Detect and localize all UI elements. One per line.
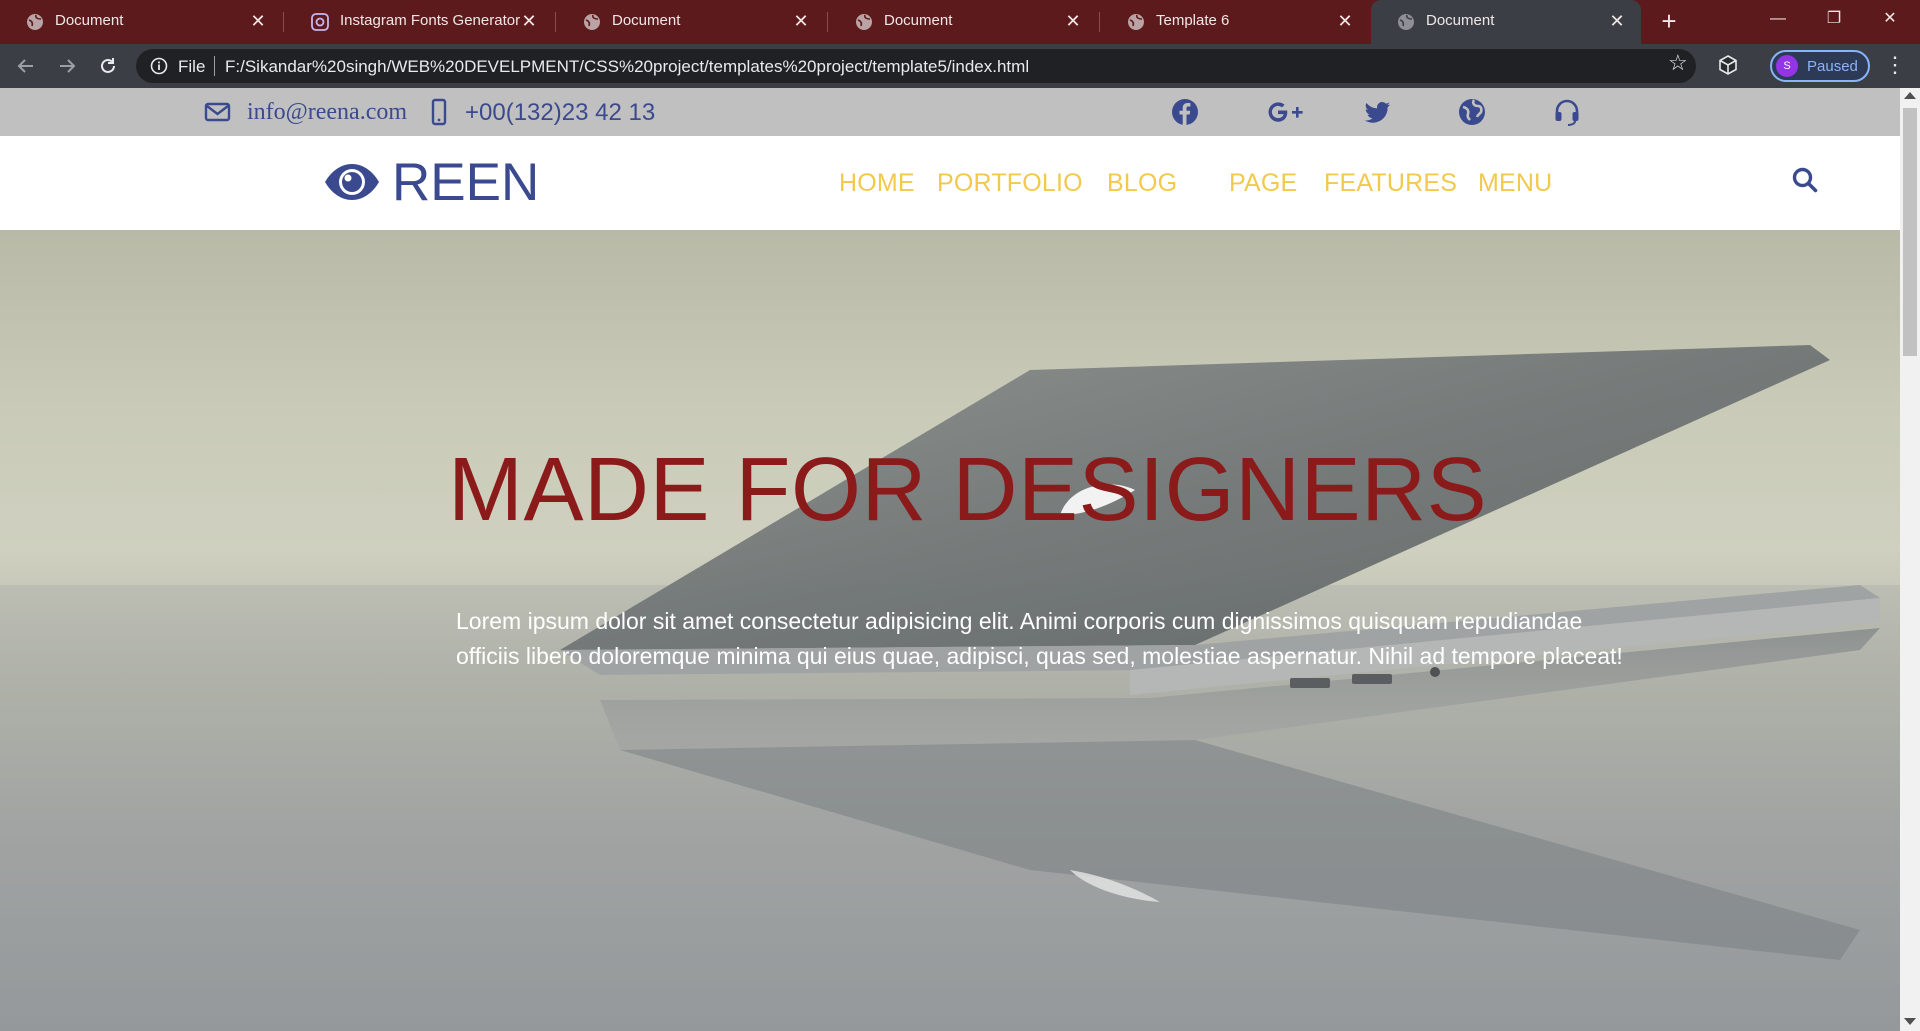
- info-icon[interactable]: [150, 57, 168, 75]
- browser-menu-icon[interactable]: ⋮: [1884, 52, 1906, 78]
- headset-icon[interactable]: [1552, 97, 1582, 127]
- tab-separator: [555, 12, 556, 32]
- facebook-icon[interactable]: [1170, 97, 1200, 127]
- tab-close-button[interactable]: ✕: [519, 10, 539, 32]
- bookmark-star-icon[interactable]: ☆: [1668, 50, 1688, 76]
- browser-tab-active[interactable]: Document ✕: [1371, 0, 1641, 44]
- tab-title: Document: [55, 12, 124, 29]
- arrow-left-icon: [17, 59, 33, 73]
- reload-button[interactable]: [94, 52, 122, 80]
- nav-link-home[interactable]: HOME: [839, 169, 915, 198]
- browser-tab[interactable]: Document ✕: [829, 0, 1097, 44]
- reload-icon: [101, 58, 115, 73]
- tab-separator: [827, 12, 828, 32]
- profile-button[interactable]: S Paused: [1770, 50, 1870, 82]
- brand-name[interactable]: REEN: [392, 154, 539, 212]
- tab-title: Document: [612, 12, 681, 29]
- globe-icon: [584, 14, 600, 30]
- twitter-icon[interactable]: [1362, 97, 1392, 127]
- contact-phone[interactable]: +00(132)23 42 13: [465, 99, 655, 127]
- minimize-button[interactable]: —: [1750, 0, 1806, 38]
- tab-close-button[interactable]: ✕: [1335, 10, 1355, 32]
- hero-paragraph: Lorem ipsum dolor sit amet consectetur a…: [456, 608, 1623, 669]
- nav-link-portfolio[interactable]: PORTFOLIO: [937, 169, 1083, 198]
- back-button[interactable]: [12, 52, 40, 80]
- instagram-icon: [311, 13, 329, 31]
- mobile-phone-icon: [431, 98, 447, 126]
- main-navbar: REEN HOME PORTFOLIO BLOG PAGE FEATURES M…: [0, 136, 1900, 230]
- restore-button[interactable]: ❐: [1806, 0, 1862, 38]
- hero-section: MADE FOR DESIGNERS Lorem ipsum dolor sit…: [0, 230, 1900, 1031]
- url-scheme-label: File: [178, 57, 206, 76]
- tab-title: Document: [884, 12, 953, 29]
- address-bar[interactable]: File F:/Sikandar%20singh/WEB%20DEVELPMEN…: [136, 49, 1696, 83]
- nav-link-menu[interactable]: MENU: [1478, 169, 1552, 198]
- tab-close-button[interactable]: ✕: [791, 10, 811, 32]
- google-plus-icon[interactable]: [1265, 97, 1305, 127]
- hero-title: MADE FOR DESIGNERS: [448, 440, 1488, 540]
- nav-link-page[interactable]: PAGE: [1229, 169, 1297, 198]
- nav-link-blog[interactable]: BLOG: [1107, 169, 1177, 198]
- globe-icon: [1398, 14, 1414, 30]
- globe-icon: [27, 14, 43, 30]
- search-icon[interactable]: [1791, 166, 1819, 194]
- omnibox-divider: [214, 56, 215, 76]
- tab-strip: Document ✕ Instagram Fonts Generator (𝒸 …: [0, 0, 1920, 44]
- scroll-up-arrow-icon[interactable]: [1904, 92, 1916, 99]
- tab-close-button[interactable]: ✕: [1607, 10, 1627, 32]
- globe-icon[interactable]: [1457, 97, 1487, 127]
- browser-tab[interactable]: Document ✕: [0, 0, 282, 44]
- tab-separator: [1099, 12, 1100, 32]
- contact-email[interactable]: info@reena.com: [247, 99, 407, 126]
- page-viewport: info@reena.com +00(132)23 42 13 REEN HOM…: [0, 88, 1900, 1031]
- scroll-down-arrow-icon[interactable]: [1904, 1018, 1916, 1025]
- forward-button[interactable]: [53, 52, 81, 80]
- tab-title: Instagram Fonts Generator (𝒸: [340, 12, 525, 29]
- tab-title: Template 6: [1156, 12, 1230, 29]
- browser-tab[interactable]: Template 6 ✕: [1101, 0, 1369, 44]
- new-tab-button[interactable]: +: [1654, 6, 1684, 36]
- contact-bar: info@reena.com +00(132)23 42 13: [0, 88, 1900, 136]
- tab-separator: [283, 12, 284, 32]
- profile-status: Paused: [1807, 58, 1858, 75]
- scrollbar-thumb[interactable]: [1903, 108, 1917, 356]
- arrow-right-icon: [60, 59, 76, 73]
- window-close-button[interactable]: ✕: [1862, 0, 1918, 38]
- globe-icon: [856, 14, 872, 30]
- tab-close-button[interactable]: ✕: [248, 10, 268, 32]
- page-scrollbar[interactable]: [1900, 88, 1920, 1031]
- globe-icon: [1128, 14, 1144, 30]
- browser-tab[interactable]: Instagram Fonts Generator (𝒸 ✕: [285, 0, 553, 44]
- extension-cube-icon[interactable]: [1717, 54, 1739, 76]
- tab-title: Document: [1426, 12, 1495, 29]
- tab-close-button[interactable]: ✕: [1063, 10, 1083, 32]
- envelope-icon: [204, 102, 231, 122]
- avatar: S: [1776, 55, 1798, 77]
- browser-toolbar: File F:/Sikandar%20singh/WEB%20DEVELPMEN…: [0, 44, 1920, 88]
- nav-link-features[interactable]: FEATURES: [1324, 169, 1457, 198]
- browser-tab[interactable]: Document ✕: [557, 0, 825, 44]
- eye-logo-icon[interactable]: [323, 162, 381, 202]
- url-text[interactable]: F:/Sikandar%20singh/WEB%20DEVELPMENT/CSS…: [225, 57, 1029, 77]
